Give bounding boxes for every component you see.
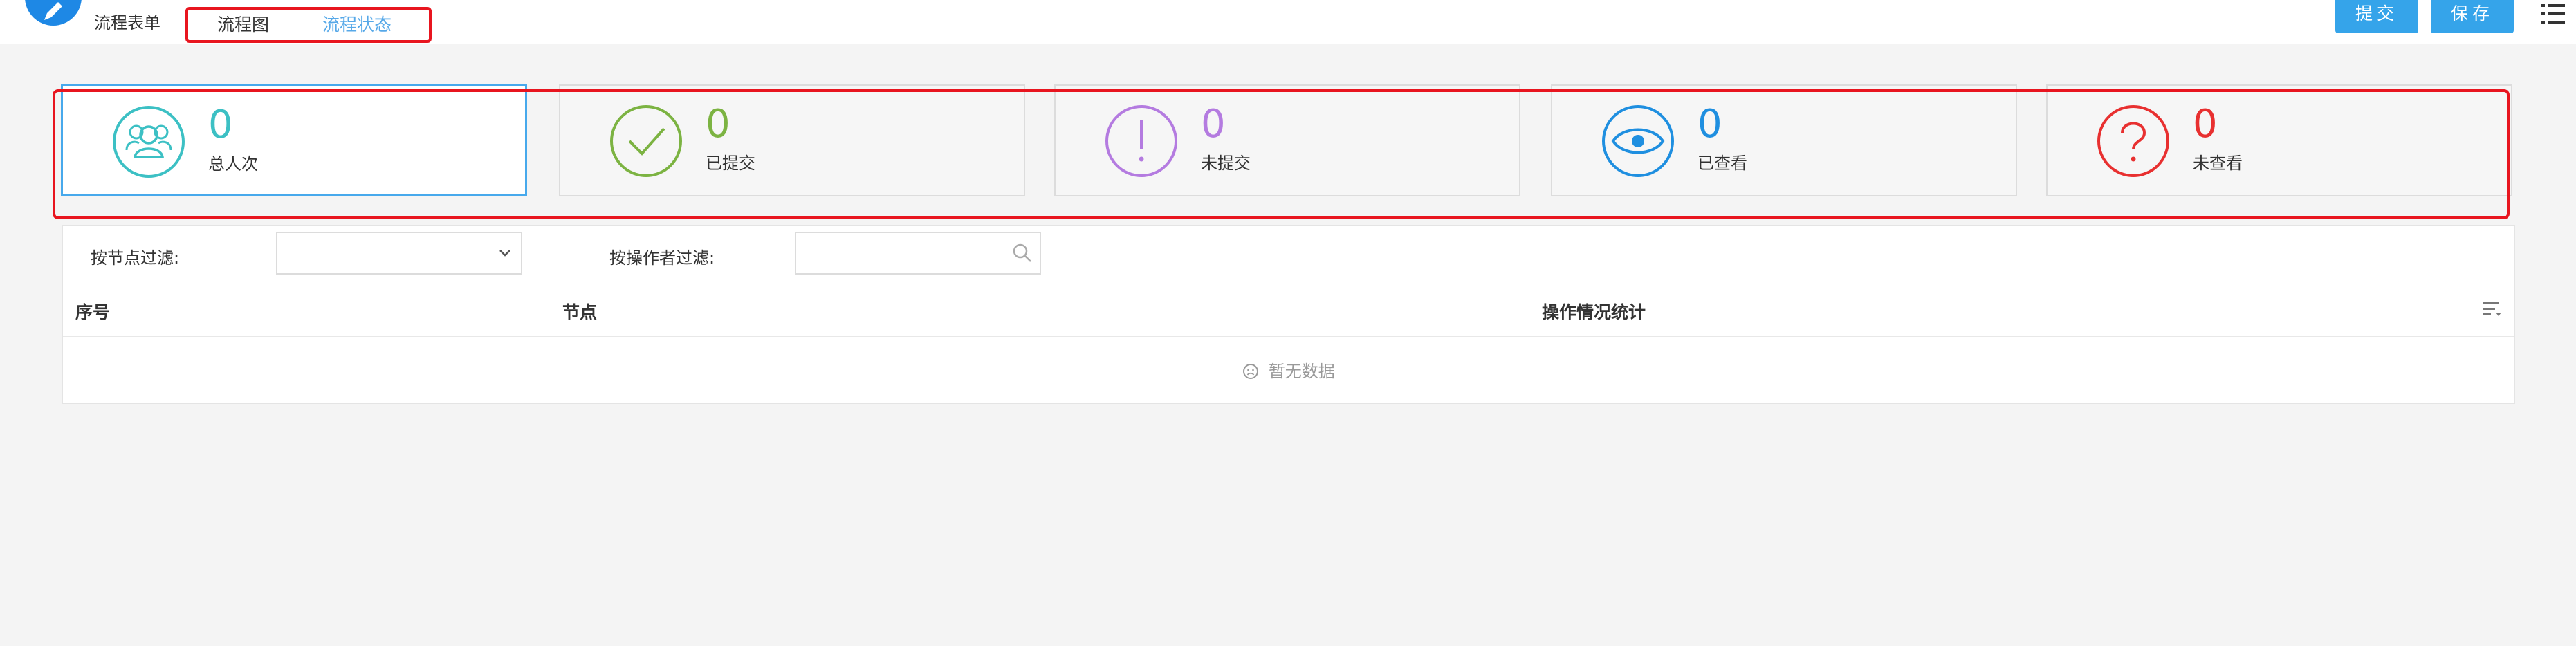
frown-icon: [1243, 364, 1259, 379]
operator-search-input[interactable]: [802, 239, 1002, 268]
column-header-node[interactable]: 节点: [562, 299, 597, 324]
submit-button[interactable]: 提交: [2335, 0, 2418, 33]
tab-flowchart[interactable]: 流程图: [217, 11, 269, 36]
tab-bar: 流程图 流程状态: [185, 7, 432, 43]
filter-operator-label: 按操作者过滤:: [609, 248, 715, 268]
filter-node-label: 按节点过滤:: [91, 248, 180, 268]
node-filter-select[interactable]: [276, 232, 522, 275]
app-logo: [25, 0, 82, 26]
empty-state-text: 暂无数据: [1268, 362, 1335, 381]
status-table-panel: 按节点过滤: 按操作者过滤: 序号 节点 操作情况统计 暂无数据: [62, 225, 2515, 404]
table-header: 序号 节点 操作情况统计: [63, 282, 2514, 337]
pen-icon: [44, 2, 62, 20]
column-header-operation-stats[interactable]: 操作情况统计: [1542, 299, 1646, 324]
app-title: 流程表单: [94, 13, 160, 33]
column-settings-icon[interactable]: [2483, 300, 2502, 318]
column-header-index[interactable]: 序号: [75, 299, 110, 324]
tab-flow-status[interactable]: 流程状态: [322, 11, 392, 36]
list-menu-icon[interactable]: [2541, 3, 2565, 25]
stat-cards-highlight: [53, 89, 2510, 219]
empty-state: 暂无数据: [63, 358, 2514, 382]
chevron-down-icon: [499, 250, 510, 257]
save-button[interactable]: 保存: [2431, 0, 2514, 33]
search-icon[interactable]: [1012, 243, 1033, 264]
top-bar: 流程表单 流程图 流程状态 提交 保存: [0, 0, 2576, 44]
operator-filter-search: [795, 232, 1041, 275]
